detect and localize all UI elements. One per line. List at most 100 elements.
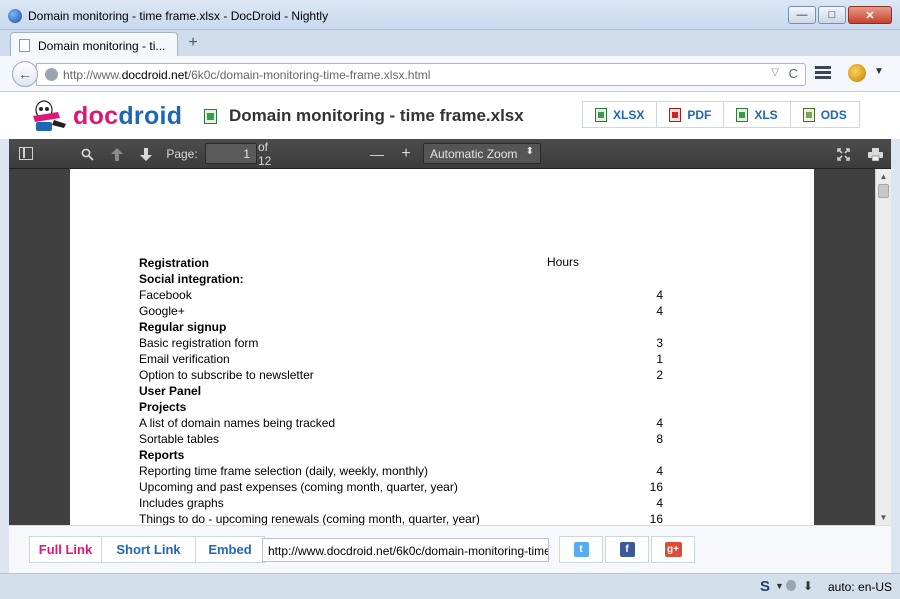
table-row: Reporting time frame selection (daily, w… <box>139 463 669 479</box>
docdroid-header: docdroid Domain monitoring - time frame.… <box>0 92 900 139</box>
page-total: of 12 <box>258 140 272 168</box>
download-buttons: XLSX PDF XLS ODS <box>582 101 860 128</box>
document-title: Domain monitoring - time frame.xlsx <box>229 106 524 125</box>
search-icon[interactable] <box>79 144 95 164</box>
addon-dropdown-icon[interactable]: ▼ <box>874 66 884 77</box>
locale-indicator[interactable]: auto: en-US <box>828 580 892 594</box>
scrollbar-thumb[interactable] <box>878 184 889 198</box>
addon-status-icon[interactable] <box>786 580 796 591</box>
row-label: Reporting time frame selection (daily, w… <box>139 464 428 478</box>
vertical-scrollbar[interactable]: ▲ ▼ <box>875 169 891 525</box>
table-row: Facebook 4 <box>139 287 669 303</box>
table-row: Includes graphs 4 <box>139 495 669 511</box>
twitter-icon: t <box>573 542 589 557</box>
download-ods-button[interactable]: ODS <box>789 101 860 128</box>
minimize-button[interactable]: — <box>788 6 816 24</box>
row-label: User Panel <box>139 384 202 398</box>
url-history-dropdown-icon[interactable]: ▽ <box>771 67 779 78</box>
row-hours-value: 16 <box>649 512 663 525</box>
spreadsheet-icon <box>204 109 217 124</box>
window-title: Domain monitoring - time frame.xlsx - Do… <box>28 9 329 23</box>
page-number-input[interactable]: 1 <box>205 143 257 164</box>
share-bar: Full Link Short Link Embed http://www.do… <box>9 525 891 573</box>
row-label: Social integration: <box>139 272 244 286</box>
next-page-icon[interactable] <box>138 144 154 164</box>
twitter-share-button[interactable]: t <box>559 536 603 563</box>
row-label: Basic registration form <box>139 336 259 350</box>
section-heading-row: Projects <box>139 399 669 415</box>
row-label: Email verification <box>139 352 230 366</box>
row-hours-value: 16 <box>649 480 663 494</box>
zoom-select-arrow-icon: ⬍ <box>525 146 534 157</box>
row-hours-value: 3 <box>656 336 663 350</box>
browser-globe-icon <box>8 9 22 23</box>
back-button[interactable]: ← <box>12 61 38 87</box>
docdroid-logo[interactable]: docdroid <box>73 102 182 131</box>
row-label: Google+ <box>139 304 185 318</box>
row-hours-value: 4 <box>656 416 663 430</box>
section-heading-row: Regular signup <box>139 319 669 335</box>
tab-label: Domain monitoring - ti... <box>38 39 166 53</box>
table-row: Option to subscribe to newsletter 2 <box>139 367 669 383</box>
new-tab-button[interactable]: + <box>185 35 201 52</box>
google-plus-share-button[interactable]: g+ <box>651 536 695 563</box>
spreadsheet-icon <box>595 107 607 122</box>
download-xls-button[interactable]: XLS <box>723 101 790 128</box>
table-row: Basic registration form 3 <box>139 335 669 351</box>
table-row: A list of domain names being tracked 4 <box>139 415 669 431</box>
page-label: Page: <box>166 147 198 161</box>
docdroid-mascot-logo <box>33 100 66 131</box>
embed-button[interactable]: Embed <box>195 536 265 563</box>
row-hours-value: 4 <box>656 288 663 302</box>
zoom-in-button[interactable]: + <box>398 144 414 164</box>
page-icon <box>19 39 30 52</box>
row-label: Regular signup <box>139 320 227 334</box>
pdf-icon <box>669 107 682 122</box>
download-arrow-icon[interactable]: ⬇ <box>803 579 813 593</box>
download-xlsx-button[interactable]: XLSX <box>582 101 657 128</box>
row-hours-value: 4 <box>656 464 663 478</box>
short-link-button[interactable]: Short Link <box>101 536 195 563</box>
zoom-select[interactable]: Automatic Zoom ⬍ <box>423 143 541 164</box>
row-hours-value: 1 <box>656 352 663 366</box>
row-hours-value: 8 <box>656 432 663 446</box>
row-label: Upcoming and past expenses (coming month… <box>139 480 458 494</box>
tab-domain-monitoring[interactable]: Domain monitoring - ti... <box>10 32 178 57</box>
table-row: Things to do - upcoming renewals (coming… <box>139 511 669 525</box>
scroll-up-icon[interactable]: ▲ <box>876 169 891 184</box>
download-pdf-button[interactable]: PDF <box>656 101 724 128</box>
url-bar[interactable]: http://www.docdroid.net/6k0c/domain-moni… <box>36 63 806 86</box>
table-row: Upcoming and past expenses (coming month… <box>139 479 669 495</box>
maximize-button[interactable]: □ <box>818 6 846 24</box>
facebook-share-button[interactable]: f <box>605 536 649 563</box>
share-link-input[interactable]: http://www.docdroid.net/6k0c/domain-moni… <box>262 538 549 562</box>
fullscreen-icon[interactable] <box>835 144 851 164</box>
url-text[interactable]: http://www.docdroid.net/6k0c/domain-moni… <box>63 68 430 82</box>
google-plus-icon: g+ <box>664 542 682 557</box>
print-icon[interactable] <box>866 144 884 164</box>
ods-icon <box>802 107 815 122</box>
row-label: A list of domain names being tracked <box>139 416 336 430</box>
site-identity-icon[interactable] <box>45 68 58 81</box>
document-viewer[interactable]: Hours Registration Social integration: Fac… <box>9 169 891 525</box>
scroll-down-icon[interactable]: ▼ <box>876 510 891 525</box>
table-row: Email verification 1 <box>139 351 669 367</box>
close-button[interactable]: ✕ <box>848 6 892 24</box>
navigation-bar: http://www.docdroid.net/6k0c/domain-moni… <box>0 56 900 92</box>
table-row: Sortable tables 8 <box>139 431 669 447</box>
facebook-icon: f <box>619 542 635 557</box>
spellcheck-dropdown-icon[interactable]: ▼ <box>775 581 784 591</box>
full-link-button[interactable]: Full Link <box>29 536 101 563</box>
zoom-out-button[interactable]: — <box>369 144 385 164</box>
row-label: Projects <box>139 400 187 414</box>
previous-page-icon[interactable] <box>109 144 125 164</box>
sidebar-toggle-icon[interactable] <box>19 147 33 160</box>
addon-icon[interactable] <box>848 64 866 82</box>
row-label: Reports <box>139 448 185 462</box>
reload-icon[interactable]: C <box>789 66 798 81</box>
spellcheck-icon[interactable]: S <box>760 578 770 595</box>
hamburger-menu-icon[interactable] <box>815 66 831 80</box>
status-bar: S ▼ ⬇ auto: en-US <box>0 573 900 599</box>
section-heading-row: Registration <box>139 255 669 271</box>
table-row: Google+ 4 <box>139 303 669 319</box>
